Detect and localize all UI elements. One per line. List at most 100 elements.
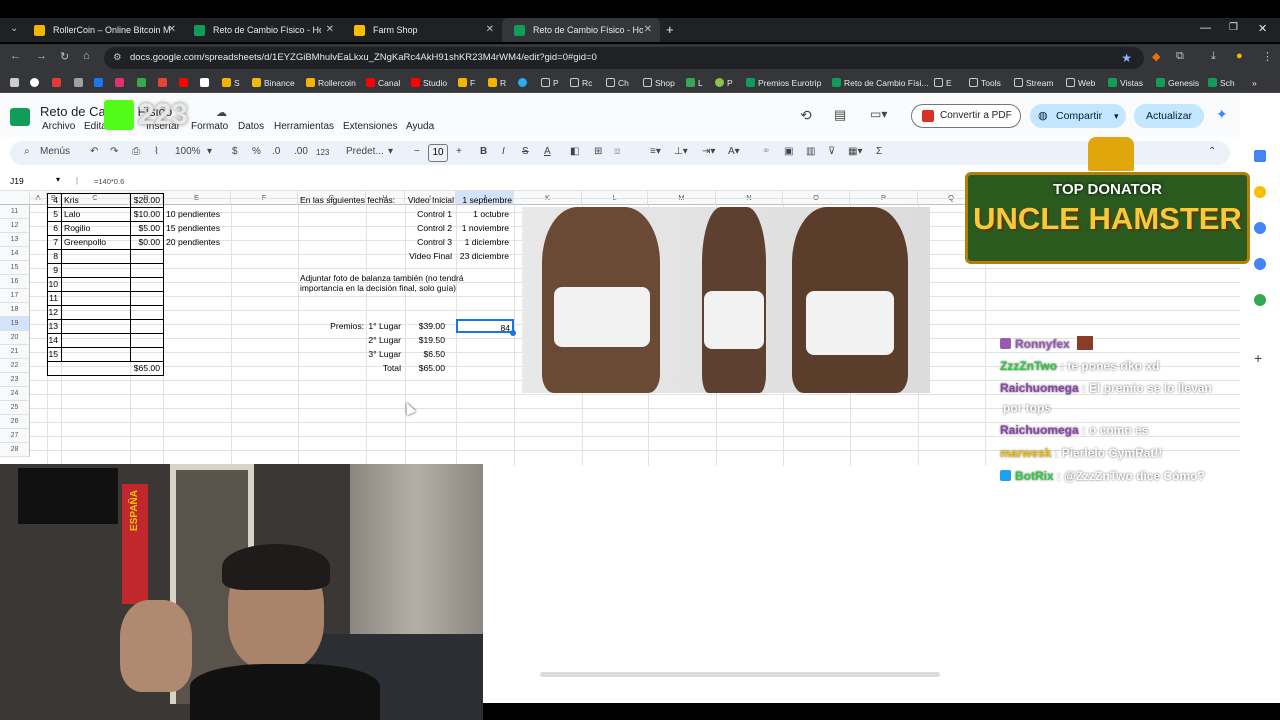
browser-tab-sheet-2-active[interactable]: Reto de Cambio Físico - Hojas d ✕ [502,18,660,42]
row-header-28[interactable]: 28 [0,443,30,457]
meet-icon[interactable]: ▭▾ [870,107,887,121]
bookmark-r[interactable]: R [488,76,506,89]
bookmark-folder-p[interactable]: P [541,76,559,89]
bookmark-folder-tools[interactable]: Tools [969,76,1001,89]
new-tab-button[interactable]: + [666,22,674,37]
prize-amount[interactable]: $6.50 [405,347,445,361]
sheets-logo-icon[interactable] [10,108,30,126]
select-all-corner[interactable] [0,191,30,205]
tasks-icon[interactable] [1254,222,1266,234]
prize-place[interactable]: Total [366,361,403,375]
history-icon[interactable]: ⟲ [800,107,812,124]
more-bookmarks-icon[interactable]: » [1252,76,1257,89]
bookmark-icon[interactable] [94,76,106,89]
link-icon[interactable]: ⚭ [762,146,770,157]
control-label[interactable]: Control 2 [405,221,454,235]
maps-icon[interactable] [1254,294,1266,306]
prize-place[interactable]: 2° Lugar [366,333,403,347]
comments-icon[interactable]: ▤ [834,107,846,123]
name-box[interactable]: J19 [10,176,24,186]
row-header-12[interactable]: 12 [0,219,30,233]
bookmark-premios-eurotrip[interactable]: Premios Eurotrip [746,76,821,89]
font-dropdown-icon[interactable]: ▾ [388,146,393,157]
increase-font-icon[interactable]: + [456,146,462,157]
prizes-label[interactable]: Premios: [300,319,364,333]
menu-ayuda[interactable]: Ayuda [406,121,434,132]
align-icon[interactable]: ≡▾ [650,146,661,157]
name-box-dropdown-icon[interactable]: ▾ [56,175,60,184]
row-header-18[interactable]: 18 [0,303,30,317]
bookmark-icon[interactable] [74,76,86,89]
row-header-14[interactable]: 14 [0,247,30,261]
participant-note[interactable]: 15 pendientes [166,221,266,235]
filter-views-icon[interactable]: ▦▾ [848,146,862,157]
prize-amount[interactable]: $39.00 [405,319,445,333]
bookmark-s[interactable]: S [222,76,240,89]
print-icon[interactable]: ⎙ [132,146,140,157]
note-line-2[interactable]: importancia en la decisión final, solo g… [300,281,510,295]
browser-menu-icon[interactable]: ⋮ [1262,50,1273,63]
cloud-status-icon[interactable]: ☁ [216,106,227,119]
bookmark-icon[interactable] [30,76,42,89]
redo-icon[interactable]: ↷ [110,146,118,157]
italic-button[interactable]: I [502,146,505,157]
profile-icon[interactable]: ● [1236,50,1243,62]
bookmark-genesis[interactable]: Genesis [1156,76,1199,89]
row-header-11[interactable]: 11 [0,205,30,219]
home-icon[interactable]: ⌂ [83,50,90,62]
close-icon[interactable]: ✕ [326,24,334,35]
update-button[interactable]: Actualizar [1134,104,1204,128]
address-bar[interactable]: ⚙ docs.google.com/spreadsheets/d/1EYZGiB… [104,47,1144,69]
row-header-15[interactable]: 15 [0,261,30,275]
increase-decimals-button[interactable]: .00 [294,146,308,157]
vertical-align-icon[interactable]: ⊥▾ [674,146,688,157]
row-header-24[interactable]: 24 [0,387,30,401]
bookmark-rollercoin[interactable]: Rollercoin [306,76,356,89]
filter-icon[interactable]: ⊽ [828,146,835,157]
gemini-icon[interactable]: ✦ [1216,106,1228,123]
bookmark-folder-rc[interactable]: Rc [570,76,592,89]
row-header-26[interactable]: 26 [0,415,30,429]
restore-icon[interactable]: ❐ [1229,22,1238,33]
prize-amount[interactable]: $65.00 [405,361,445,375]
bookmark-telegram[interactable] [518,76,530,89]
browser-tab-rollercoin[interactable]: RollerCoin – Online Bitcoin Mini ✕ [22,18,184,42]
wrap-icon[interactable]: ⇥▾ [702,146,715,157]
bookmark-studio[interactable]: Studio [411,76,447,89]
percent-format-button[interactable]: % [252,146,261,157]
menus-search[interactable]: Menús [40,146,70,157]
minimize-icon[interactable]: — [1200,22,1211,34]
text-color-button[interactable]: A [544,146,551,157]
selected-cell-j19[interactable]: 84 [456,319,514,333]
bookmark-binance[interactable]: Binance [252,76,295,89]
bookmark-folder-e[interactable]: E [934,76,952,89]
bookmark-f[interactable]: F [458,76,475,89]
participant-note[interactable]: 20 pendientes [166,235,266,249]
chart-icon[interactable]: ▥ [806,146,815,157]
row-header-22[interactable]: 22 [0,359,30,373]
close-icon[interactable]: ✕ [168,24,176,35]
comment-icon[interactable]: ▣ [784,146,793,157]
borders-icon[interactable]: ⊞ [594,146,602,157]
participants-total[interactable]: $65.00 [130,361,162,375]
row-header-20[interactable]: 20 [0,331,30,345]
control-date[interactable]: 1 noviembre [456,221,512,235]
horizontal-scrollbar[interactable] [540,672,940,677]
control-date[interactable]: 23 diciembre [456,249,512,263]
currency-format-button[interactable]: $ [232,146,238,157]
row-header-27[interactable]: 27 [0,429,30,443]
zoom-select[interactable]: 100% [175,146,201,157]
zoom-dropdown-icon[interactable]: ▾ [207,146,212,157]
bookmark-icon[interactable] [137,76,149,89]
download-icon[interactable]: ⤓ [1211,50,1216,63]
paint-format-icon[interactable]: ⌇ [154,146,159,157]
row-header-16[interactable]: 16 [0,275,30,289]
bookmark-icon[interactable] [179,76,191,89]
bookmark-icon[interactable] [10,76,22,89]
reload-icon[interactable]: ↻ [60,50,69,63]
row-header-21[interactable]: 21 [0,345,30,359]
row-header-19[interactable]: 19 [0,317,30,331]
search-icon[interactable]: ⌕ [24,146,30,157]
control-date[interactable]: 1 diciembre [456,235,512,249]
back-icon[interactable]: ← [10,50,21,62]
